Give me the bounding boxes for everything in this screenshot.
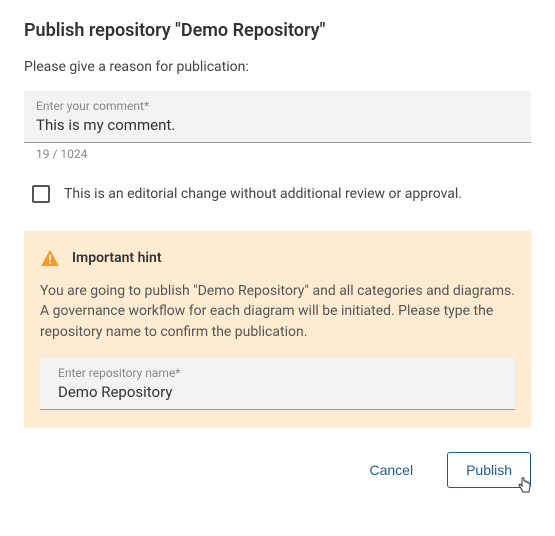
comment-char-count: 19 / 1024 bbox=[36, 147, 531, 161]
editorial-checkbox-row: This is an editorial change without addi… bbox=[24, 185, 531, 203]
warning-triangle-icon bbox=[40, 249, 60, 267]
cancel-button[interactable]: Cancel bbox=[355, 452, 427, 488]
comment-label: Enter your comment* bbox=[36, 99, 519, 113]
confirm-name-label: Enter repository name* bbox=[58, 366, 503, 380]
comment-field-group[interactable]: Enter your comment* bbox=[24, 91, 531, 143]
confirm-name-field-group[interactable]: Enter repository name* bbox=[40, 358, 515, 410]
important-hint-box: Important hint You are going to publish … bbox=[24, 231, 531, 428]
hint-title: Important hint bbox=[72, 250, 162, 266]
dialog-subtitle: Please give a reason for publication: bbox=[24, 59, 531, 75]
editorial-checkbox[interactable] bbox=[32, 185, 50, 203]
hint-header: Important hint bbox=[40, 249, 515, 267]
publish-button[interactable]: Publish bbox=[447, 452, 531, 488]
comment-input[interactable] bbox=[36, 116, 519, 134]
dialog-title: Publish repository "Demo Repository" bbox=[24, 20, 531, 41]
dialog-footer: Cancel Publish bbox=[24, 452, 531, 488]
editorial-checkbox-label: This is an editorial change without addi… bbox=[64, 186, 462, 202]
confirm-name-input[interactable] bbox=[58, 383, 503, 401]
hint-text: You are going to publish "Demo Repositor… bbox=[40, 281, 515, 342]
